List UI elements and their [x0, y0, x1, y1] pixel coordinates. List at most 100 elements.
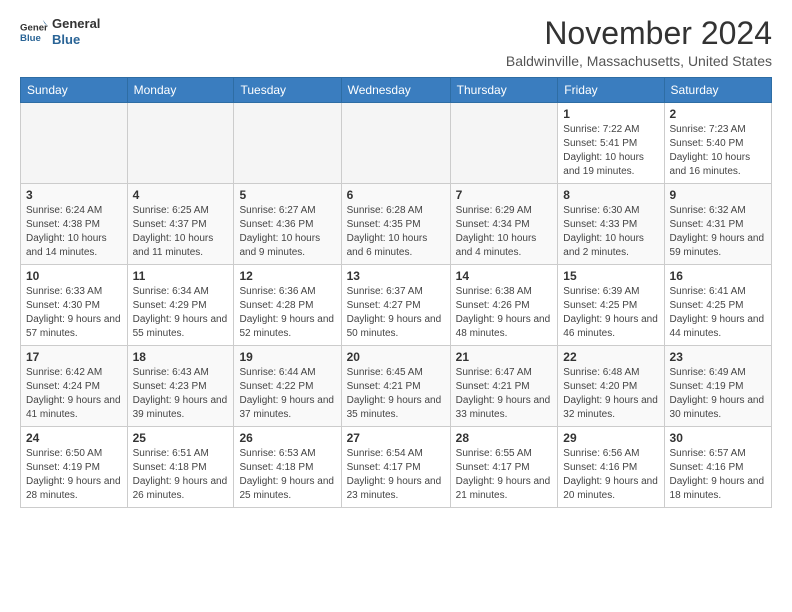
- day-number: 4: [133, 188, 229, 202]
- day-info: Sunrise: 6:44 AM Sunset: 4:22 PM Dayligh…: [239, 366, 335, 422]
- day-cell: 11 Sunrise: 6:34 AM Sunset: 4:29 PM Dayli…: [127, 265, 234, 346]
- day-info: Sunrise: 6:49 AM Sunset: 4:19 PM Dayligh…: [670, 366, 766, 422]
- day-number: 14: [456, 269, 553, 283]
- day-info: Sunrise: 6:32 AM Sunset: 4:31 PM Dayligh…: [670, 204, 766, 260]
- day-cell: 21Sunrise: 6:47 AM Sunset: 4:21 PM Dayli…: [450, 346, 558, 427]
- page: General Blue General Blue November 2024 …: [0, 0, 792, 518]
- calendar-table: SundayMondayTuesdayWednesdayThursdayFrid…: [20, 77, 772, 508]
- day-cell: 1 Sunrise: 7:22 AM Sunset: 5:41 PM Daylig…: [558, 103, 664, 184]
- day-cell: 28 Sunrise: 6:55 AM Sunset: 4:17 PM Dayli…: [450, 427, 558, 508]
- day-cell: 14 Sunrise: 6:38 AM Sunset: 4:26 PM Dayli…: [450, 265, 558, 346]
- day-cell: 19 Sunrise: 6:44 AM Sunset: 4:22 PM Dayli…: [234, 346, 341, 427]
- day-number: 1: [563, 107, 658, 121]
- day-number: 6: [347, 188, 445, 202]
- day-number: 9: [670, 188, 766, 202]
- logo-icon: General Blue: [20, 18, 48, 46]
- day-number: 21: [456, 350, 553, 364]
- day-cell: 7 Sunrise: 6:29 AM Sunset: 4:34 PM Daylig…: [450, 184, 558, 265]
- day-number: 2: [670, 107, 766, 121]
- day-number: 13: [347, 269, 445, 283]
- col-header-monday: Monday: [127, 78, 234, 103]
- day-number: 22: [563, 350, 658, 364]
- header-row: SundayMondayTuesdayWednesdayThursdayFrid…: [21, 78, 772, 103]
- svg-text:General: General: [20, 22, 48, 33]
- day-number: 11: [133, 269, 229, 283]
- day-number: 10: [26, 269, 122, 283]
- logo: General Blue General Blue: [20, 16, 100, 47]
- day-info: Sunrise: 6:42 AM Sunset: 4:24 PM Dayligh…: [26, 366, 122, 422]
- svg-text:Blue: Blue: [20, 32, 41, 43]
- day-info: Sunrise: 7:22 AM Sunset: 5:41 PM Dayligh…: [563, 123, 658, 179]
- day-info: Sunrise: 6:28 AM Sunset: 4:35 PM Dayligh…: [347, 204, 445, 260]
- day-number: 30: [670, 431, 766, 445]
- day-number: 16: [670, 269, 766, 283]
- day-info: Sunrise: 6:39 AM Sunset: 4:25 PM Dayligh…: [563, 285, 658, 341]
- day-cell: 27Sunrise: 6:54 AM Sunset: 4:17 PM Dayli…: [341, 427, 450, 508]
- day-cell: 25Sunrise: 6:51 AM Sunset: 4:18 PM Dayli…: [127, 427, 234, 508]
- day-cell: 16 Sunrise: 6:41 AM Sunset: 4:25 PM Dayli…: [664, 265, 771, 346]
- day-number: 19: [239, 350, 335, 364]
- day-info: Sunrise: 6:56 AM Sunset: 4:16 PM Dayligh…: [563, 447, 658, 503]
- day-info: Sunrise: 6:37 AM Sunset: 4:27 PM Dayligh…: [347, 285, 445, 341]
- day-info: Sunrise: 6:53 AM Sunset: 4:18 PM Dayligh…: [239, 447, 335, 503]
- col-header-sunday: Sunday: [21, 78, 128, 103]
- day-number: 17: [26, 350, 122, 364]
- day-info: Sunrise: 6:41 AM Sunset: 4:25 PM Dayligh…: [670, 285, 766, 341]
- day-info: Sunrise: 6:55 AM Sunset: 4:17 PM Dayligh…: [456, 447, 553, 503]
- col-header-tuesday: Tuesday: [234, 78, 341, 103]
- col-header-saturday: Saturday: [664, 78, 771, 103]
- logo-line1: General: [52, 16, 100, 32]
- day-cell: 3 Sunrise: 6:24 AM Sunset: 4:38 PM Daylig…: [21, 184, 128, 265]
- day-cell: 12Sunrise: 6:36 AM Sunset: 4:28 PM Dayli…: [234, 265, 341, 346]
- day-number: 20: [347, 350, 445, 364]
- day-cell: 18Sunrise: 6:43 AM Sunset: 4:23 PM Dayli…: [127, 346, 234, 427]
- week-row-4: 17 Sunrise: 6:42 AM Sunset: 4:24 PM Dayli…: [21, 346, 772, 427]
- day-info: Sunrise: 6:57 AM Sunset: 4:16 PM Dayligh…: [670, 447, 766, 503]
- day-cell: 30 Sunrise: 6:57 AM Sunset: 4:16 PM Dayli…: [664, 427, 771, 508]
- day-cell: [127, 103, 234, 184]
- day-cell: 6 Sunrise: 6:28 AM Sunset: 4:35 PM Daylig…: [341, 184, 450, 265]
- title-block: November 2024 Baldwinville, Massachusett…: [506, 16, 772, 69]
- day-cell: 15 Sunrise: 6:39 AM Sunset: 4:25 PM Dayli…: [558, 265, 664, 346]
- col-header-friday: Friday: [558, 78, 664, 103]
- month-title: November 2024: [506, 16, 772, 51]
- day-number: 15: [563, 269, 658, 283]
- day-cell: 8 Sunrise: 6:30 AM Sunset: 4:33 PM Daylig…: [558, 184, 664, 265]
- day-number: 24: [26, 431, 122, 445]
- day-info: Sunrise: 6:33 AM Sunset: 4:30 PM Dayligh…: [26, 285, 122, 341]
- day-info: Sunrise: 6:34 AM Sunset: 4:29 PM Dayligh…: [133, 285, 229, 341]
- day-cell: 4Sunrise: 6:25 AM Sunset: 4:37 PM Daylig…: [127, 184, 234, 265]
- day-number: 25: [133, 431, 229, 445]
- day-info: Sunrise: 7:23 AM Sunset: 5:40 PM Dayligh…: [670, 123, 766, 179]
- day-info: Sunrise: 6:54 AM Sunset: 4:17 PM Dayligh…: [347, 447, 445, 503]
- day-number: 8: [563, 188, 658, 202]
- day-cell: [21, 103, 128, 184]
- day-cell: [234, 103, 341, 184]
- day-info: Sunrise: 6:38 AM Sunset: 4:26 PM Dayligh…: [456, 285, 553, 341]
- day-number: 7: [456, 188, 553, 202]
- week-row-2: 3 Sunrise: 6:24 AM Sunset: 4:38 PM Daylig…: [21, 184, 772, 265]
- day-info: Sunrise: 6:30 AM Sunset: 4:33 PM Dayligh…: [563, 204, 658, 260]
- day-number: 5: [239, 188, 335, 202]
- day-cell: 23Sunrise: 6:49 AM Sunset: 4:19 PM Dayli…: [664, 346, 771, 427]
- day-cell: 10 Sunrise: 6:33 AM Sunset: 4:30 PM Dayli…: [21, 265, 128, 346]
- week-row-5: 24Sunrise: 6:50 AM Sunset: 4:19 PM Dayli…: [21, 427, 772, 508]
- day-info: Sunrise: 6:36 AM Sunset: 4:28 PM Dayligh…: [239, 285, 335, 341]
- day-cell: 9 Sunrise: 6:32 AM Sunset: 4:31 PM Daylig…: [664, 184, 771, 265]
- day-number: 28: [456, 431, 553, 445]
- day-info: Sunrise: 6:29 AM Sunset: 4:34 PM Dayligh…: [456, 204, 553, 260]
- week-row-3: 10 Sunrise: 6:33 AM Sunset: 4:30 PM Dayli…: [21, 265, 772, 346]
- day-cell: [341, 103, 450, 184]
- day-info: Sunrise: 6:27 AM Sunset: 4:36 PM Dayligh…: [239, 204, 335, 260]
- day-number: 3: [26, 188, 122, 202]
- day-cell: 22 Sunrise: 6:48 AM Sunset: 4:20 PM Dayli…: [558, 346, 664, 427]
- header: General Blue General Blue November 2024 …: [20, 16, 772, 69]
- day-cell: 20 Sunrise: 6:45 AM Sunset: 4:21 PM Dayli…: [341, 346, 450, 427]
- col-header-wednesday: Wednesday: [341, 78, 450, 103]
- day-number: 29: [563, 431, 658, 445]
- day-cell: 17 Sunrise: 6:42 AM Sunset: 4:24 PM Dayli…: [21, 346, 128, 427]
- day-info: Sunrise: 6:24 AM Sunset: 4:38 PM Dayligh…: [26, 204, 122, 260]
- day-info: Sunrise: 6:45 AM Sunset: 4:21 PM Dayligh…: [347, 366, 445, 422]
- day-info: Sunrise: 6:48 AM Sunset: 4:20 PM Dayligh…: [563, 366, 658, 422]
- day-cell: 26Sunrise: 6:53 AM Sunset: 4:18 PM Dayli…: [234, 427, 341, 508]
